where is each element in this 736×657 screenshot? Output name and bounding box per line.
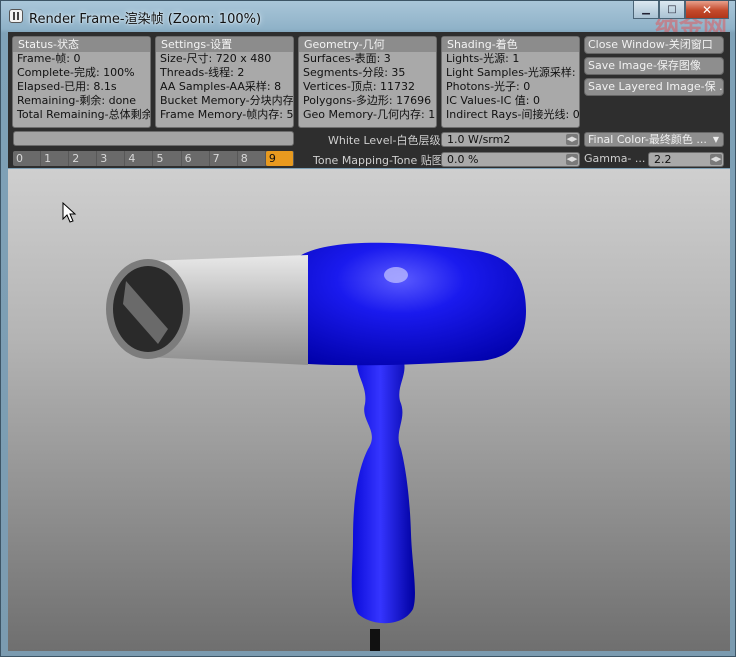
shading-line: Indirect Rays-间接光线: 0	[446, 108, 580, 121]
geometry-line: Vertices-顶点: 11732	[303, 80, 416, 93]
status-header: Status-状态	[13, 37, 150, 52]
render-frame-window: Render Frame-渲染帧 (Zoom: 100%) 纳金网 ▁ □ ✕ …	[0, 0, 736, 657]
status-box: Status-状态 Frame-帧: 0 Complete-完成: 100% E…	[12, 36, 151, 128]
frame-tab[interactable]: 5	[153, 151, 182, 166]
tone-mapping-value: 0.0 %	[447, 153, 479, 166]
settings-line: Threads-线程: 2	[160, 66, 245, 79]
geometry-line: Geo Memory-几何内存: 1.74	[303, 108, 436, 121]
frame-tab-active[interactable]: 9	[265, 151, 294, 166]
status-line: Complete-完成: 100%	[17, 66, 135, 79]
settings-line: Size-尺寸: 720 x 480	[160, 52, 272, 65]
settings-line: Bucket Memory-分块内存: 3.	[160, 94, 294, 107]
frame-tab[interactable]: 4	[125, 151, 154, 166]
frame-tabs: 0 1 2 3 4 5 6 7 8 9	[13, 151, 294, 166]
save-layered-image-button[interactable]: Save Layered Image-保 ...	[584, 78, 724, 96]
final-color-value: Final Color-最终颜色 ...	[588, 133, 707, 146]
window-title: Render Frame-渲染帧 (Zoom: 100%)	[29, 12, 262, 27]
frame-tab[interactable]: 6	[182, 151, 210, 166]
gamma-stepper-icon[interactable]: ◀▶	[710, 154, 722, 165]
settings-line: AA Samples-AA采样: 8	[160, 80, 282, 93]
shading-line: Light Samples-光源采样: 1	[446, 66, 580, 79]
render-progress-bar	[13, 131, 294, 146]
white-level-stepper-icon[interactable]: ◀▶	[566, 134, 578, 145]
frame-tab[interactable]: 7	[210, 151, 238, 166]
settings-header: Settings-设置	[156, 37, 293, 52]
geometry-line: Segments-分段: 35	[303, 66, 406, 79]
geometry-box: Geometry-几何 Surfaces-表面: 3 Segments-分段: …	[298, 36, 437, 128]
frame-tab[interactable]: 2	[69, 151, 98, 166]
title-bar[interactable]: Render Frame-渲染帧 (Zoom: 100%) 纳金网 ▁ □ ✕	[1, 1, 735, 41]
save-image-button[interactable]: Save Image-保存图像	[584, 57, 724, 75]
status-line: Frame-帧: 0	[17, 52, 81, 65]
stats-panel: Status-状态 Frame-帧: 0 Complete-完成: 100% E…	[8, 32, 730, 168]
chevron-down-icon: ▼	[712, 135, 719, 144]
gamma-field[interactable]: 2.2 ◀▶	[648, 152, 724, 167]
final-color-dropdown[interactable]: Final Color-最终颜色 ... ▼	[584, 132, 724, 147]
close-button[interactable]: ✕	[685, 1, 729, 19]
white-level-field[interactable]: 1.0 W/srm2 ◀▶	[441, 132, 580, 147]
geometry-header: Geometry-几何	[299, 37, 436, 52]
geometry-line: Surfaces-表面: 3	[303, 52, 391, 65]
frame-tab[interactable]: 8	[238, 151, 266, 166]
frame-tab[interactable]: 0	[13, 151, 42, 166]
tone-mapping-field[interactable]: 0.0 % ◀▶	[441, 152, 580, 167]
white-level-value: 1.0 W/srm2	[447, 133, 511, 146]
minimize-button[interactable]: ▁	[633, 1, 659, 19]
shading-line: Photons-光子: 0	[446, 80, 531, 93]
status-line: Total Remaining-总体剩余: done	[17, 108, 151, 121]
status-line: Remaining-剩余: done	[17, 94, 137, 107]
gamma-value: 2.2	[654, 153, 672, 166]
app-icon	[9, 9, 23, 23]
status-line: Elapsed-已用: 8.1s	[17, 80, 117, 93]
tone-mapping-stepper-icon[interactable]: ◀▶	[566, 154, 578, 165]
tone-mapping-label: Tone Mapping-Tone 贴图	[313, 154, 443, 167]
shading-box: Shading-着色 Lights-光源: 1 Light Samples-光源…	[441, 36, 580, 128]
white-level-label: White Level-白色层级	[328, 134, 441, 147]
shading-line: Lights-光源: 1	[446, 52, 520, 65]
render-viewport[interactable]	[8, 169, 730, 651]
settings-box: Settings-设置 Size-尺寸: 720 x 480 Threads-线…	[155, 36, 294, 128]
mouse-cursor-icon	[62, 201, 77, 223]
frame-tab[interactable]: 1	[41, 151, 70, 166]
rendered-hair-dryer-image	[62, 201, 526, 651]
maximize-button[interactable]: □	[659, 1, 685, 19]
close-window-button[interactable]: Close Window-关闭窗口	[584, 36, 724, 54]
geometry-line: Polygons-多边形: 17696	[303, 94, 432, 107]
frame-tab[interactable]: 3	[97, 151, 126, 166]
shading-header: Shading-着色	[442, 37, 579, 52]
settings-line: Frame Memory-帧内存: 5.27	[160, 108, 294, 121]
shading-line: IC Values-IC 值: 0	[446, 94, 540, 107]
gamma-label: Gamma- ...	[584, 152, 646, 165]
